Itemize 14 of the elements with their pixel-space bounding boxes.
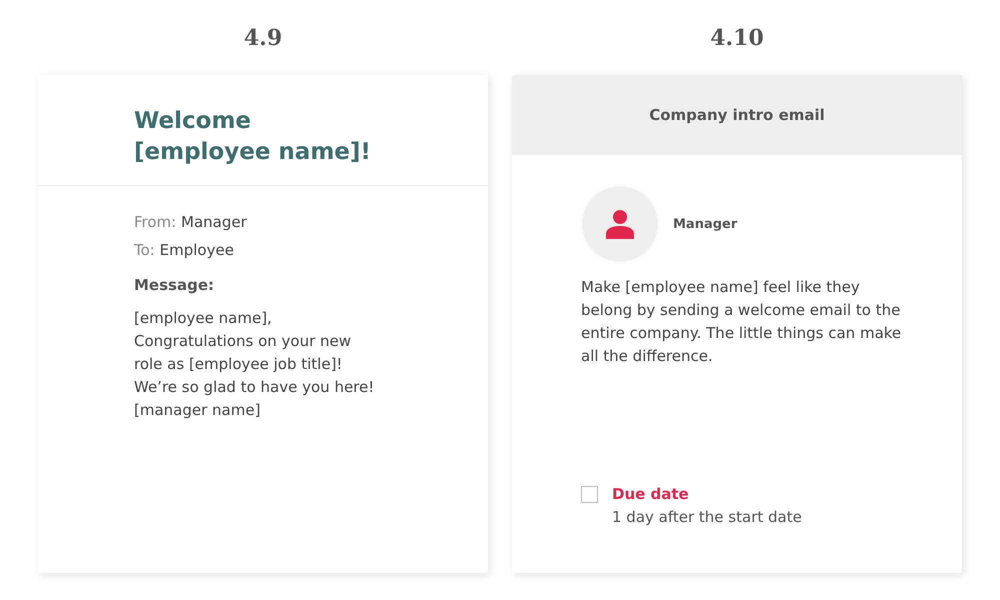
due-label: Due date bbox=[612, 484, 690, 505]
task-description: Make [employee name] feel like they belong by sending a welcome email to the entire company. The little things can make all the difference. bbox=[581, 277, 902, 367]
figure-number: 4.10 bbox=[710, 24, 764, 53]
email-title: Welcome [employee name]! bbox=[38, 75, 488, 186]
due-checkbox[interactable] bbox=[581, 486, 598, 503]
due-value: 1 day after the start date bbox=[612, 507, 802, 528]
task-header: Company intro email bbox=[512, 75, 962, 155]
figure-number: 4.9 bbox=[244, 24, 282, 53]
person-icon bbox=[605, 209, 635, 239]
from-line: From: Manager bbox=[134, 212, 248, 233]
to-line: To: Employee bbox=[134, 240, 235, 261]
message-label: Message: bbox=[134, 276, 215, 294]
message-text: [employee name], Congratulations on your new role as [employee job title]! We’re so glad to have you here! [manager name] bbox=[134, 308, 376, 421]
assignee-name: Manager bbox=[673, 216, 738, 232]
